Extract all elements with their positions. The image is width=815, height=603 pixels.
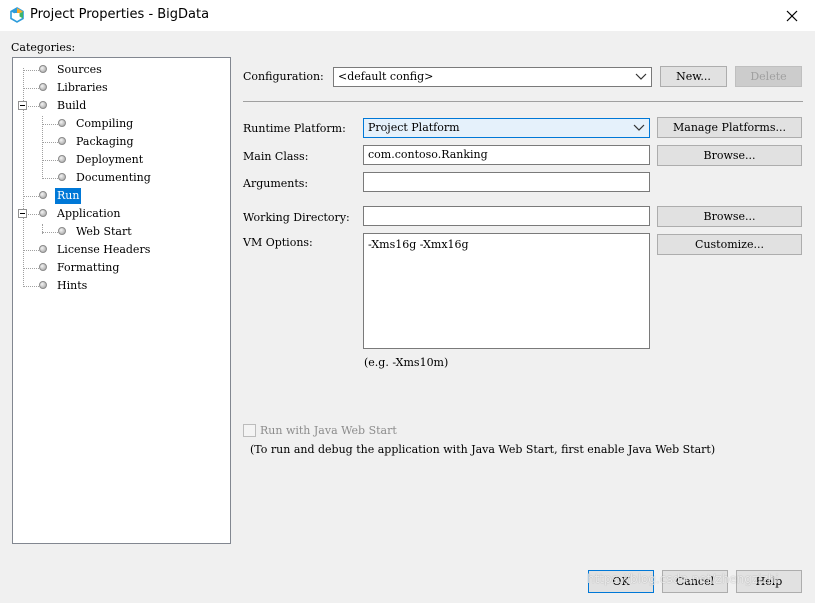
collapse-toggle-icon[interactable] [18,209,27,218]
chevron-down-icon [633,124,645,131]
tree-item-compiling[interactable]: Compiling [13,116,213,132]
node-bullet-icon [58,155,66,163]
web-start-checkbox-label: Run with Java Web Start [260,424,397,437]
main-class-input[interactable]: com.contoso.Ranking [363,145,650,165]
collapse-toggle-icon[interactable] [18,101,27,110]
node-bullet-icon [39,65,47,73]
tree-item-build[interactable]: Build [13,98,213,114]
categories-tree[interactable]: Sources Libraries Build Compiling Packag… [12,57,231,544]
chevron-down-icon [635,73,647,80]
tree-item-sources[interactable]: Sources [13,62,213,78]
configuration-select[interactable]: <default config> [333,67,652,87]
close-button[interactable] [769,0,815,31]
tree-item-formatting[interactable]: Formatting [13,260,213,276]
tree-item-label: Sources [57,63,102,76]
tree-item-label: Run [55,188,82,204]
tree-item-label: Formatting [57,261,120,274]
cancel-button[interactable]: Cancel [662,570,728,593]
main-class-label: Main Class: [243,150,309,163]
ok-button[interactable]: OK [588,570,654,593]
arguments-input[interactable] [363,172,650,192]
new-configuration-button[interactable]: New... [660,66,727,87]
manage-platforms-button[interactable]: Manage Platforms... [657,117,802,138]
arguments-label: Arguments: [243,177,309,190]
vm-options-hint: (e.g. -Xms10m) [364,356,449,369]
tree-item-label: Build [57,99,87,112]
configuration-label: Configuration: [243,70,324,83]
working-directory-input[interactable] [363,206,650,226]
node-bullet-icon [58,227,66,235]
dialog-content: Categories: Sources Libraries Build Comp… [0,31,815,603]
node-bullet-icon [58,119,66,127]
tree-item-label: Deployment [76,153,144,166]
node-bullet-icon [39,245,47,253]
node-bullet-icon [58,173,66,181]
tree-item-label: Libraries [57,81,108,94]
close-icon [786,10,798,21]
tree-item-label: Compiling [76,117,134,130]
tree-item-label: License Headers [57,243,151,256]
help-button[interactable]: Help [736,570,802,593]
tree-item-deployment[interactable]: Deployment [13,152,213,168]
vm-options-label: VM Options: [243,236,313,249]
node-bullet-icon [39,83,47,91]
tree-item-label: Web Start [76,225,132,238]
web-start-note: (To run and debug the application with J… [250,443,716,456]
window-title: Project Properties - BigData [30,7,210,22]
tree-item-run[interactable]: Run [13,188,213,204]
main-class-browse-button[interactable]: Browse... [657,145,802,166]
runtime-platform-select[interactable]: Project Platform [363,118,650,138]
runtime-platform-label: Runtime Platform: [243,122,346,135]
working-directory-browse-button[interactable]: Browse... [657,206,802,227]
working-directory-label: Working Directory: [243,211,350,224]
node-bullet-icon [39,101,47,109]
tree-item-libraries[interactable]: Libraries [13,80,213,96]
tree-item-label: Documenting [76,171,151,184]
configuration-value: <default config> [338,70,434,83]
runtime-platform-value: Project Platform [368,121,460,134]
node-bullet-icon [58,137,66,145]
categories-label: Categories: [11,41,76,54]
node-bullet-icon [39,263,47,271]
hexagon-app-icon [10,7,24,23]
node-bullet-icon [39,191,47,199]
tree-item-documenting[interactable]: Documenting [13,170,213,186]
tree-item-license-headers[interactable]: License Headers [13,242,213,258]
tree-item-packaging[interactable]: Packaging [13,134,213,150]
tree-item-label: Packaging [76,135,134,148]
separator [243,101,803,102]
tree-item-application[interactable]: Application [13,206,213,222]
node-bullet-icon [39,281,47,289]
customize-button[interactable]: Customize... [657,234,802,255]
tree-item-label: Application [57,207,121,220]
tree-item-web-start[interactable]: Web Start [13,224,213,240]
delete-configuration-button[interactable]: Delete [735,66,802,87]
node-bullet-icon [39,209,47,217]
tree-item-hints[interactable]: Hints [13,278,213,294]
title-bar: Project Properties - BigData [0,0,815,31]
web-start-checkbox[interactable] [243,424,256,437]
tree-item-label: Hints [57,279,88,292]
vm-options-textarea[interactable]: -Xms16g -Xmx16g [363,233,650,349]
